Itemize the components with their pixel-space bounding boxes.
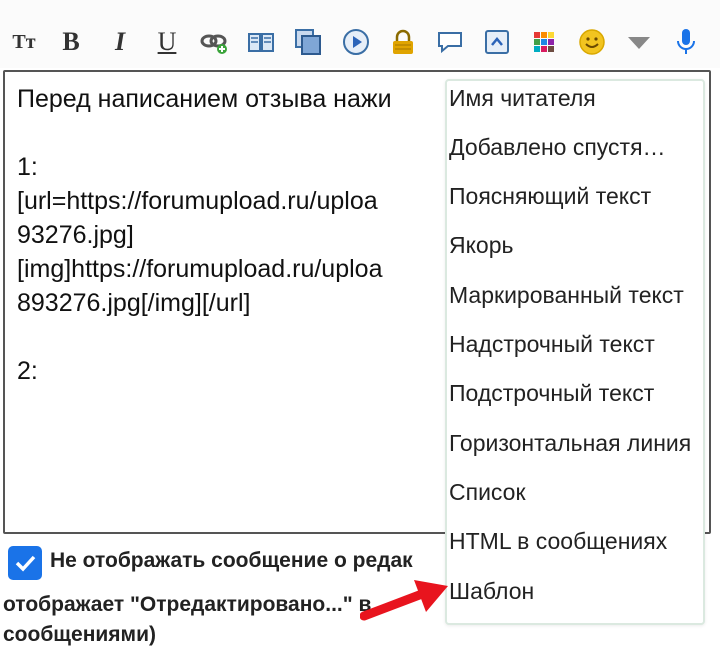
dropdown-item-explanatory-text[interactable]: Поясняющий текст [449,180,703,220]
code-icon [485,30,509,54]
lock-icon [393,29,413,54]
underline-button[interactable]: U [151,26,183,58]
dropdown-item-added-later[interactable]: Добавлено спустя… [449,131,703,171]
italic-icon: I [114,27,126,56]
link-button[interactable] [198,26,230,58]
smiley-icon [579,29,605,55]
hide-edit-notice-checkbox[interactable] [8,546,42,580]
bold-icon: B [62,27,80,56]
dropdown-item-horizontal-line[interactable]: Горизонтальная линия [449,427,703,467]
dropdown-item-superscript[interactable]: Надстрочный текст [449,328,703,368]
play-icon [343,29,369,55]
voice-button[interactable] [670,26,702,58]
font-size-icon: Tт [12,30,36,53]
dropdown-item-html[interactable]: HTML в сообщениях [449,525,703,565]
dropdown-item-subscript[interactable]: Подстрочный текст [449,377,703,417]
checkmark-icon [15,555,36,572]
color-button[interactable] [528,26,560,58]
hide-button[interactable] [387,26,419,58]
smiley-button[interactable] [576,26,608,58]
triangle-down-icon [628,37,650,49]
code-button[interactable] [481,26,513,58]
quote-button[interactable] [434,26,466,58]
italic-button[interactable]: I [104,26,136,58]
font-size-button[interactable]: Tт [8,26,40,58]
gallery-button[interactable] [292,26,324,58]
editor-toolbar: Tт B I U [0,0,720,68]
message-text: Перед написанием отзыва нажи 1: [url=htt… [17,85,392,385]
dropdown-item-list[interactable]: Список [449,476,703,516]
dropdown-item-template[interactable]: Шаблон [449,575,703,615]
underline-icon: U [157,27,177,56]
image-button[interactable] [245,26,277,58]
dropdown-item-reader-name[interactable]: Имя читателя [449,82,703,122]
gallery-icon [295,29,321,55]
link-icon [200,34,227,54]
microphone-icon [677,29,695,54]
speech-bubble-icon [438,32,462,54]
dropdown-item-marked-text[interactable]: Маркированный текст [449,279,703,319]
book-icon [248,33,274,52]
hide-edit-notice-label: Не отображать сообщение о редак [50,549,413,572]
more-button[interactable] [623,26,655,58]
red-arrow-annotation [360,580,448,621]
dropdown-item-anchor[interactable]: Якорь [449,229,703,269]
video-button[interactable] [340,26,372,58]
color-grid-icon [534,32,554,52]
more-tags-dropdown: Имя читателя Добавлено спустя… Поясняющи… [445,79,705,625]
bold-button[interactable]: B [55,26,87,58]
